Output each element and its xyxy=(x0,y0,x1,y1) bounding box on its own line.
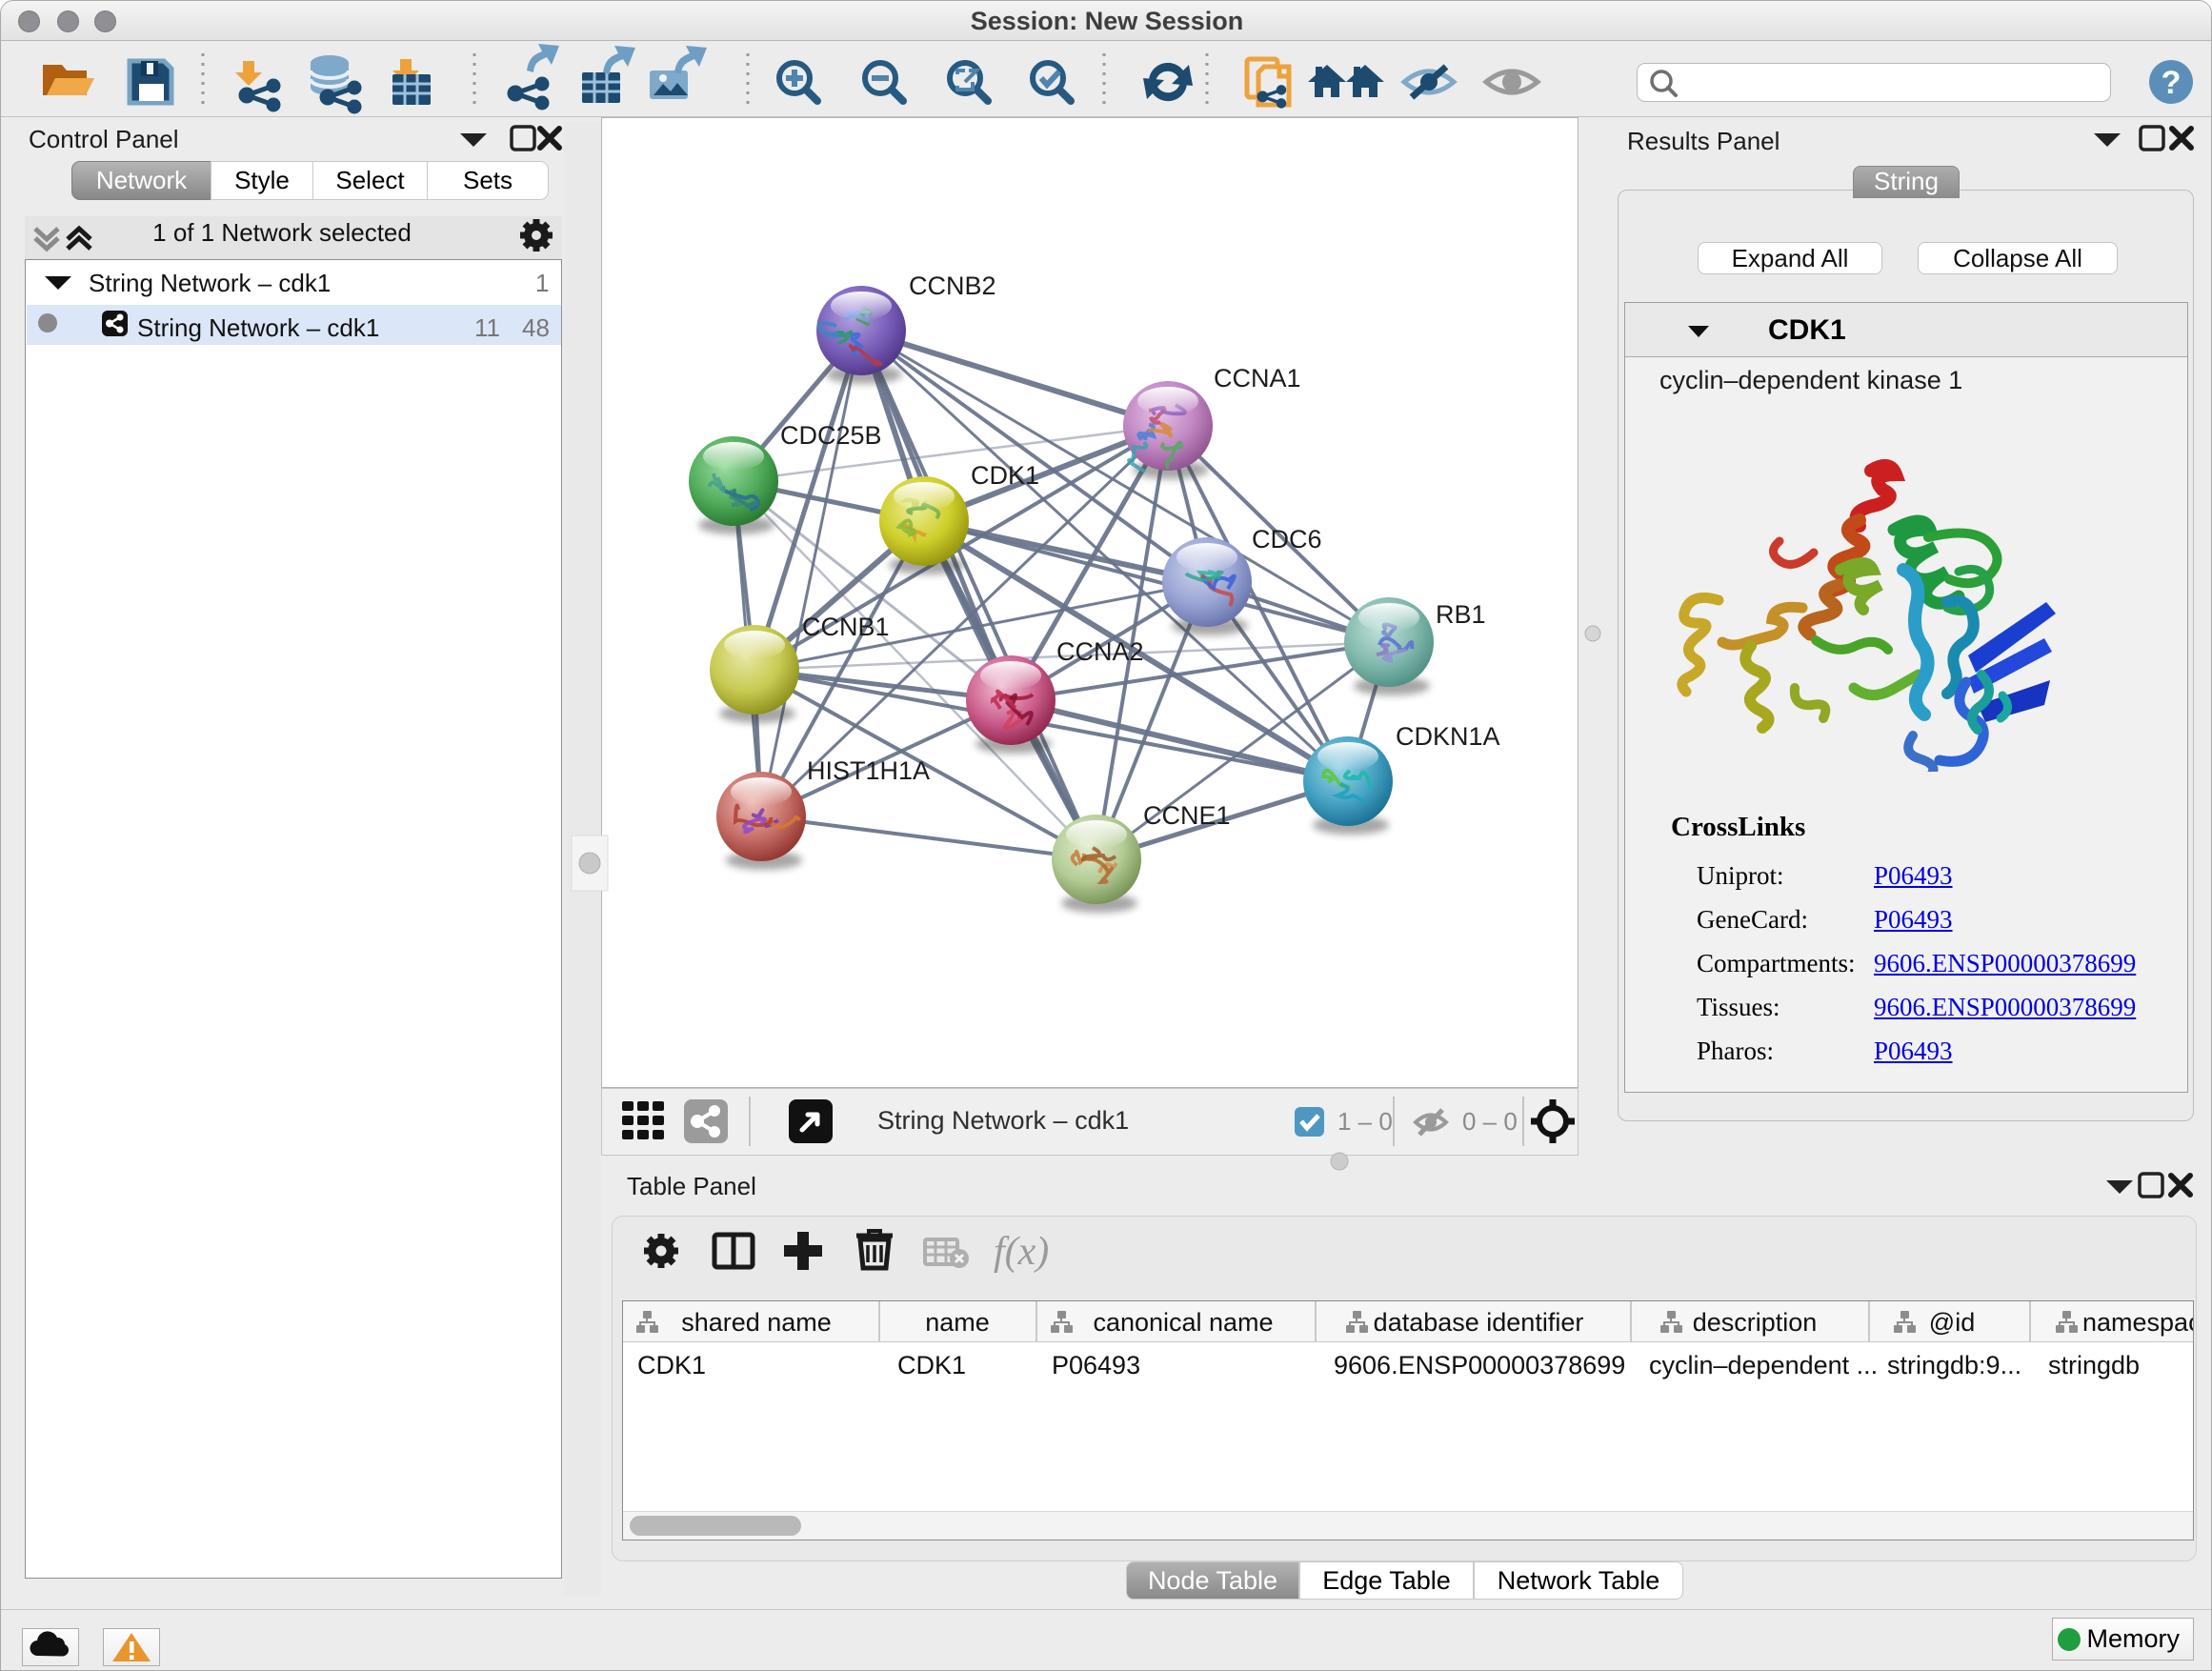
svg-text:?: ? xyxy=(2162,65,2182,101)
svg-text:CCNA2: CCNA2 xyxy=(1056,637,1144,666)
svg-text:CCNB2: CCNB2 xyxy=(909,272,996,300)
svg-text:name: name xyxy=(925,1308,990,1337)
svg-text:database identifier: database identifier xyxy=(1374,1308,1584,1337)
svg-text:0 – 0: 0 – 0 xyxy=(1462,1107,1518,1136)
svg-text:CDC25B: CDC25B xyxy=(780,421,882,450)
svg-text:RB1: RB1 xyxy=(1436,600,1486,629)
svg-text:CCNE1: CCNE1 xyxy=(1143,801,1231,830)
svg-text:CDK1: CDK1 xyxy=(971,461,1039,490)
svg-text:shared name: shared name xyxy=(681,1308,832,1337)
svg-text:HIST1H1A: HIST1H1A xyxy=(807,756,930,785)
svg-text:description: description xyxy=(1693,1308,1818,1337)
svg-text:CDKN1A: CDKN1A xyxy=(1396,722,1500,751)
svg-text:canonical name: canonical name xyxy=(1093,1308,1273,1337)
svg-text:namespac: namespac xyxy=(2082,1308,2193,1337)
svg-text:1 – 0: 1 – 0 xyxy=(1337,1107,1393,1136)
svg-text:@id: @id xyxy=(1929,1308,1975,1337)
svg-text:CCNA1: CCNA1 xyxy=(1214,364,1301,393)
svg-text:CCNB1: CCNB1 xyxy=(802,613,890,641)
svg-text:f(x): f(x) xyxy=(994,1230,1049,1274)
svg-text:CDC6: CDC6 xyxy=(1252,525,1322,554)
